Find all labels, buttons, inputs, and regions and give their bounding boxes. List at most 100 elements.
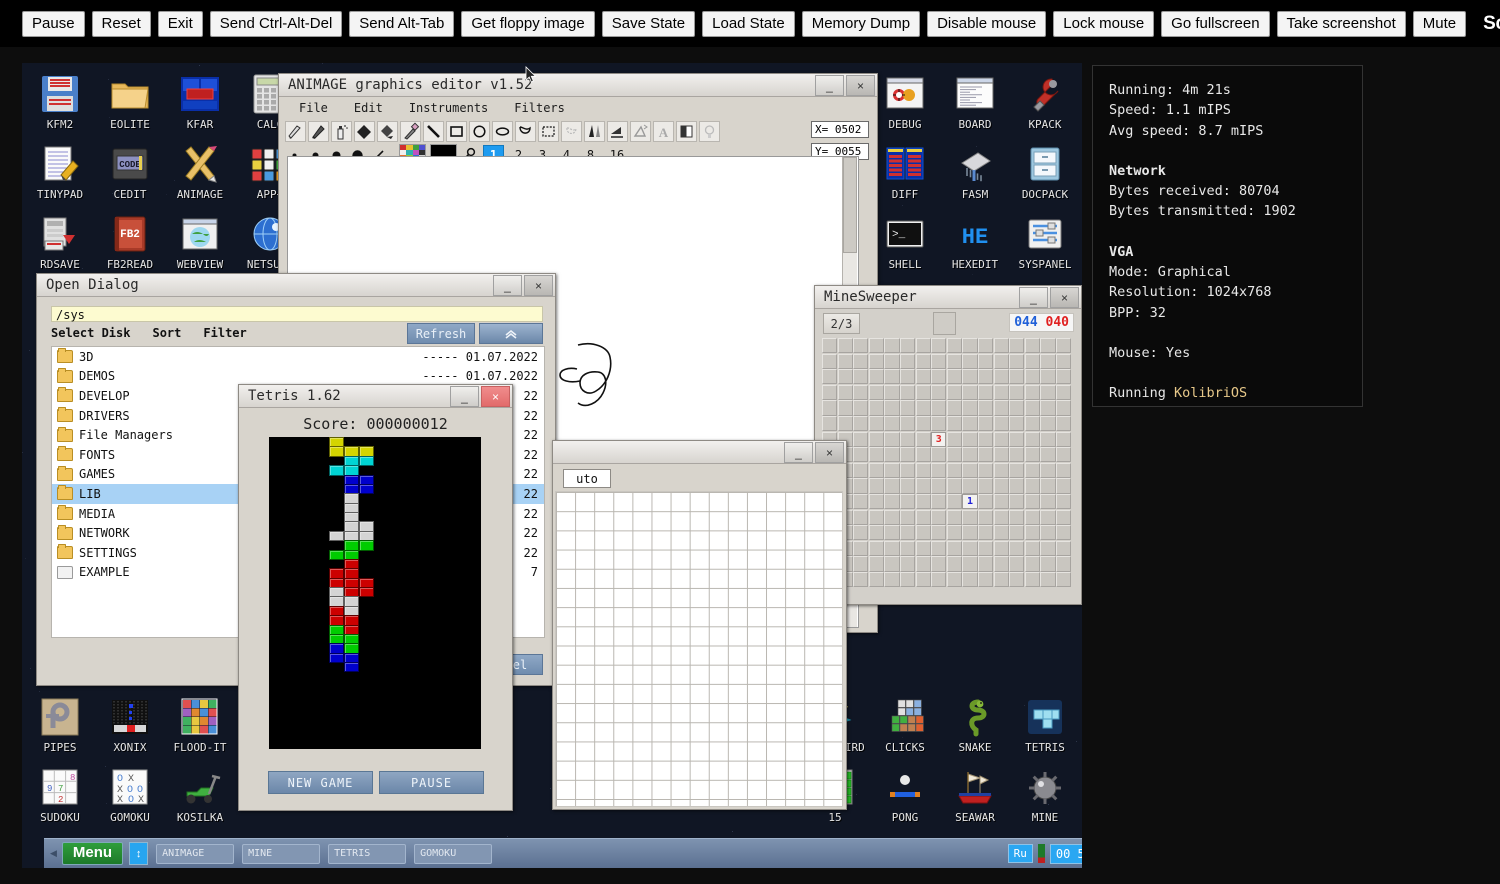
minesweeper-cell[interactable] <box>931 540 947 556</box>
minesweeper-cell[interactable] <box>1040 462 1056 478</box>
minesweeper-cell[interactable] <box>1009 431 1025 447</box>
animage-scrollbar-thumb[interactable] <box>843 157 857 253</box>
minesweeper-cell[interactable] <box>1040 478 1056 494</box>
minesweeper-cell[interactable] <box>900 556 916 572</box>
desktop-icon-debug[interactable]: DEBUG <box>867 73 943 131</box>
minesweeper-cell[interactable] <box>931 353 947 369</box>
minesweeper-cell[interactable] <box>993 447 1009 463</box>
minesweeper-cell[interactable] <box>1056 494 1072 510</box>
minesweeper-cell[interactable] <box>993 384 1009 400</box>
minesweeper-cell[interactable] <box>946 384 962 400</box>
minesweeper-cell[interactable] <box>868 400 884 416</box>
minesweeper-cell[interactable] <box>1009 447 1025 463</box>
minesweeper-cell[interactable] <box>1040 525 1056 541</box>
ellipse-icon[interactable] <box>492 120 513 142</box>
minesweeper-cell[interactable] <box>1024 478 1040 494</box>
open-dialog-titlebar[interactable]: Open Dialog _ × <box>37 274 555 297</box>
minesweeper-cell[interactable] <box>868 369 884 385</box>
desktop-icon-shell[interactable]: >_ SHELL <box>867 213 943 271</box>
minesweeper-cell[interactable] <box>884 416 900 432</box>
minesweeper-cell[interactable] <box>915 384 931 400</box>
minesweeper-cell[interactable] <box>1024 572 1040 588</box>
minesweeper-cell[interactable] <box>1056 431 1072 447</box>
tetris-pause-button[interactable]: PAUSE <box>379 771 484 794</box>
gomoku-board[interactable] <box>555 491 843 807</box>
minesweeper-cell[interactable] <box>946 353 962 369</box>
minesweeper-cell[interactable] <box>978 369 994 385</box>
minesweeper-cell[interactable] <box>853 572 869 588</box>
minesweeper-cell[interactable] <box>1009 369 1025 385</box>
minesweeper-cell[interactable] <box>1056 572 1072 588</box>
desktop-icon-rdsave[interactable]: RDSAVE <box>22 213 98 271</box>
minesweeper-cell[interactable] <box>1040 353 1056 369</box>
minesweeper-cell[interactable] <box>931 509 947 525</box>
minesweeper-cell[interactable] <box>884 431 900 447</box>
minesweeper-cell[interactable] <box>946 400 962 416</box>
minesweeper-cell[interactable] <box>1024 447 1040 463</box>
minesweeper-cell[interactable] <box>993 525 1009 541</box>
desktop-icon-kosilka[interactable]: KOSILKA <box>162 766 238 824</box>
minesweeper-cell[interactable] <box>1009 556 1025 572</box>
minesweeper-titlebar[interactable]: MineSweeper _ × <box>815 286 1081 309</box>
minesweeper-cell[interactable] <box>1024 384 1040 400</box>
minesweeper-cell[interactable] <box>915 353 931 369</box>
minesweeper-cell[interactable] <box>993 338 1009 354</box>
minesweeper-minimize-button[interactable]: _ <box>1019 287 1048 308</box>
minesweeper-cell[interactable] <box>884 369 900 385</box>
minesweeper-cell[interactable] <box>1040 447 1056 463</box>
minesweeper-cell[interactable] <box>1056 400 1072 416</box>
minesweeper-cell[interactable] <box>853 400 869 416</box>
animage-minimize-button[interactable]: _ <box>815 75 844 96</box>
minesweeper-cell[interactable] <box>962 540 978 556</box>
minesweeper-cell[interactable] <box>1040 400 1056 416</box>
minesweeper-cell[interactable] <box>853 384 869 400</box>
minesweeper-cell[interactable] <box>884 509 900 525</box>
minesweeper-cell[interactable] <box>978 416 994 432</box>
minesweeper-cell[interactable] <box>915 400 931 416</box>
minesweeper-cell[interactable] <box>884 572 900 588</box>
minesweeper-cell[interactable] <box>978 400 994 416</box>
minesweeper-cell[interactable] <box>868 462 884 478</box>
minesweeper-cell[interactable] <box>868 494 884 510</box>
minesweeper-cell[interactable] <box>1024 400 1040 416</box>
minesweeper-cell[interactable] <box>900 572 916 588</box>
taskbar-item-mine[interactable]: MINE <box>242 843 321 864</box>
desktop-icon-pipes[interactable]: PIPES <box>22 696 98 754</box>
minesweeper-cell[interactable] <box>946 509 962 525</box>
pencil-icon[interactable] <box>285 120 306 142</box>
spray-icon[interactable] <box>331 120 352 142</box>
minesweeper-cell[interactable] <box>1024 462 1040 478</box>
gomoku-minimize-button[interactable]: _ <box>784 442 813 463</box>
minesweeper-cell[interactable] <box>978 353 994 369</box>
minesweeper-cell[interactable] <box>1024 540 1040 556</box>
minesweeper-cell[interactable] <box>900 494 916 510</box>
minesweeper-cell-revealed[interactable]: 1 <box>962 494 978 510</box>
minesweeper-cell[interactable] <box>1009 525 1025 541</box>
minesweeper-cell[interactable] <box>1056 447 1072 463</box>
minesweeper-cell[interactable] <box>993 353 1009 369</box>
minesweeper-cell[interactable] <box>931 525 947 541</box>
minesweeper-cell[interactable] <box>993 556 1009 572</box>
minesweeper-cell[interactable] <box>1056 416 1072 432</box>
minesweeper-cell[interactable] <box>946 369 962 385</box>
gomoku-auto-button[interactable]: uto <box>563 469 611 488</box>
taskbar-item-tetris[interactable]: TETRIS <box>328 843 407 864</box>
minesweeper-cell[interactable] <box>900 447 916 463</box>
minesweeper-cell[interactable] <box>931 572 947 588</box>
minesweeper-cell[interactable] <box>1024 431 1040 447</box>
minesweeper-cell[interactable] <box>978 478 994 494</box>
minesweeper-cell[interactable] <box>1056 540 1072 556</box>
desktop-icon-kfar[interactable]: KFAR <box>162 73 238 131</box>
minesweeper-cell[interactable] <box>837 416 853 432</box>
minesweeper-cell[interactable] <box>946 416 962 432</box>
minesweeper-cell[interactable] <box>868 447 884 463</box>
curve-icon[interactable] <box>515 120 536 142</box>
minesweeper-cell[interactable] <box>946 494 962 510</box>
minesweeper-cell[interactable] <box>978 447 994 463</box>
minesweeper-cell[interactable] <box>868 384 884 400</box>
minesweeper-cell[interactable] <box>1009 338 1025 354</box>
minesweeper-cell[interactable] <box>915 416 931 432</box>
minesweeper-cell[interactable] <box>1024 338 1040 354</box>
minesweeper-cell[interactable] <box>1024 353 1040 369</box>
minesweeper-cell[interactable] <box>1024 494 1040 510</box>
